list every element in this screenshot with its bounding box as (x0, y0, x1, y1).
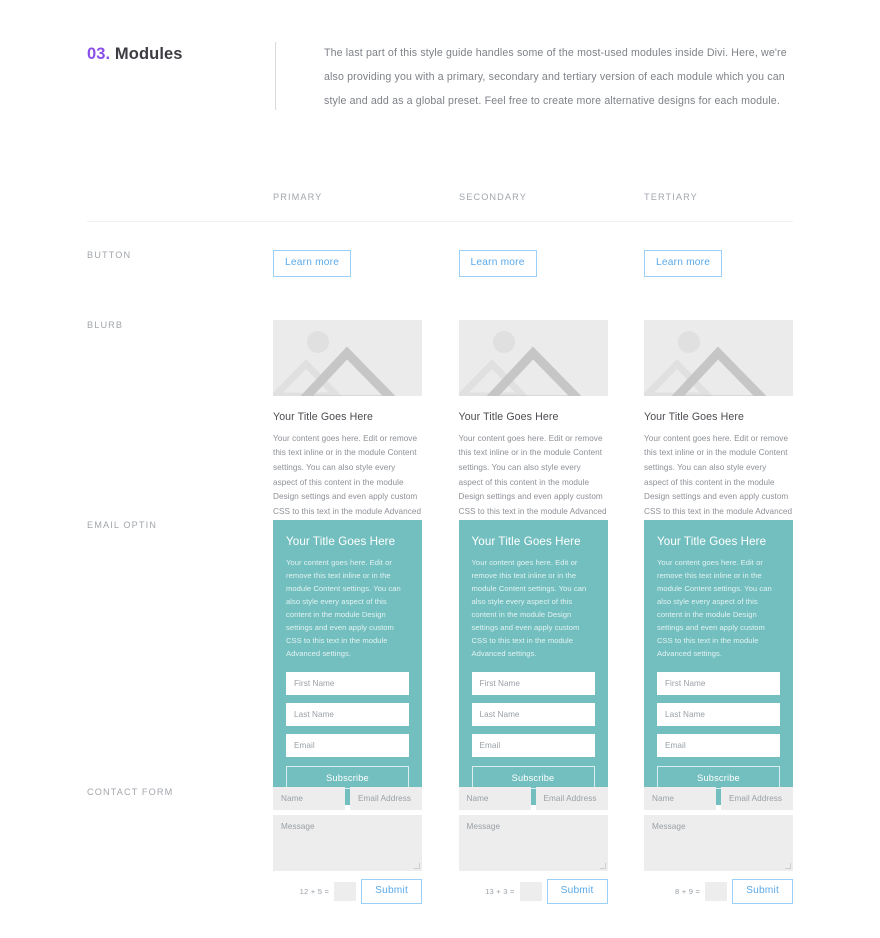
resize-handle-icon[interactable] (599, 863, 606, 869)
contact-captcha-input-tertiary[interactable] (705, 882, 728, 902)
contact-captcha-input-secondary[interactable] (519, 882, 542, 902)
contact-email-input-secondary[interactable]: Email Address (535, 787, 608, 810)
contact-email-input-primary[interactable]: Email Address (350, 787, 422, 810)
column-header-secondary: SECONDARY (459, 192, 527, 202)
optin-email-input-primary[interactable]: Email (286, 734, 409, 758)
contact-message-textarea-tertiary[interactable]: Message (644, 815, 793, 871)
optin-title-tertiary: Your Title Goes Here (657, 535, 767, 548)
placeholder-image-icon (458, 320, 608, 396)
style-guide-page: 03. Modules The last part of this style … (0, 0, 880, 938)
optin-first-name-input-tertiary[interactable]: First Name (657, 672, 780, 696)
optin-first-name-input-primary[interactable]: First Name (286, 672, 409, 696)
row-label-contact-form: CONTACT FORM (87, 787, 174, 797)
optin-body-tertiary: Your content goes here. Edit or remove t… (657, 558, 772, 659)
button-cell-secondary: Learn more (458, 250, 608, 278)
contact-email-input-tertiary[interactable]: Email Address (721, 787, 793, 810)
contact-name-input-secondary[interactable]: Name (458, 787, 531, 810)
contact-captcha-label-secondary: 13 + 3 = (485, 887, 515, 897)
optin-email-input-tertiary[interactable]: Email (657, 734, 780, 758)
contact-message-placeholder-tertiary: Message (652, 822, 686, 831)
intro-description: The last part of this style guide handle… (324, 47, 787, 107)
blurb-title-primary: Your Title Goes Here (273, 411, 373, 423)
button-cell-tertiary: Learn more (644, 250, 793, 278)
blurb-cell-secondary: Your Title Goes Here Your content goes h… (458, 320, 608, 534)
column-header-primary: PRIMARY (273, 192, 323, 202)
placeholder-image-icon (644, 320, 793, 396)
section-title-text: Modules (110, 45, 183, 63)
contact-submit-button-primary[interactable]: Submit (361, 879, 422, 905)
optin-last-name-input-primary[interactable]: Last Name (286, 703, 409, 727)
optin-title-secondary: Your Title Goes Here (471, 535, 581, 548)
row-button: BUTTON Learn more Learn more Learn more (87, 250, 793, 290)
contact-submit-button-secondary[interactable]: Submit (546, 879, 608, 905)
learn-more-button-tertiary[interactable]: Learn more (644, 250, 723, 278)
blurb-cell-tertiary: Your Title Goes Here Your content goes h… (644, 320, 793, 534)
column-headers: PRIMARY SECONDARY TERTIARY (87, 192, 793, 222)
contact-cell-tertiary: Name Email Address Message 8 + 9 = Submi… (644, 787, 793, 905)
contact-name-input-tertiary[interactable]: Name (644, 787, 716, 810)
contact-cell-primary: Name Email Address Message 12 + 5 = Subm… (273, 787, 422, 905)
contact-message-placeholder-secondary: Message (466, 822, 501, 831)
optin-title-primary: Your Title Goes Here (286, 535, 396, 548)
contact-submit-row-tertiary: 8 + 9 = Submit (644, 879, 793, 905)
blurb-title-secondary: Your Title Goes Here (458, 411, 559, 423)
intro-section: 03. Modules The last part of this style … (87, 42, 793, 113)
contact-name-email-group-secondary: Name Email Address (458, 787, 608, 810)
blurb-cell-primary: Your Title Goes Here Your content goes h… (273, 320, 422, 534)
blurb-body-primary: Your content goes here. Edit or remove t… (273, 433, 422, 531)
contact-captcha-label-tertiary: 8 + 9 = (675, 887, 701, 897)
optin-last-name-input-tertiary[interactable]: Last Name (657, 703, 780, 727)
blurb-body-secondary: Your content goes here. Edit or remove t… (458, 433, 607, 531)
optin-body-primary: Your content goes here. Edit or remove t… (286, 558, 401, 659)
section-number: 03. (87, 45, 111, 63)
contact-submit-button-tertiary[interactable]: Submit (732, 879, 793, 905)
contact-captcha-input-primary[interactable] (334, 882, 357, 902)
contact-captcha-label-primary: 12 + 5 = (299, 887, 330, 897)
optin-subscribe-button-primary[interactable]: Subscribe (286, 766, 409, 790)
row-label-button: BUTTON (87, 250, 132, 260)
optin-cell-primary: Your Title Goes Here Your content goes h… (273, 520, 422, 806)
optin-cell-tertiary: Your Title Goes Here Your content goes h… (644, 520, 793, 806)
optin-cell-secondary: Your Title Goes Here Your content goes h… (458, 520, 608, 806)
contact-message-placeholder-primary: Message (281, 822, 315, 831)
contact-name-email-group-primary: Name Email Address (273, 787, 422, 810)
button-cell-primary: Learn more (273, 250, 422, 278)
optin-module-tertiary: Your Title Goes Here Your content goes h… (644, 520, 793, 806)
contact-name-email-group-tertiary: Name Email Address (644, 787, 793, 810)
learn-more-button-secondary[interactable]: Learn more (458, 250, 537, 278)
contact-submit-row-secondary: 13 + 3 = Submit (459, 879, 608, 905)
optin-subscribe-button-tertiary[interactable]: Subscribe (657, 766, 780, 790)
placeholder-image-icon (273, 320, 422, 396)
contact-submit-row-primary: 12 + 5 = Submit (273, 879, 422, 905)
optin-first-name-input-secondary[interactable]: First Name (471, 672, 595, 696)
row-label-blurb: BLURB (87, 320, 124, 330)
resize-handle-icon[interactable] (785, 863, 791, 869)
column-header-tertiary: TERTIARY (644, 192, 698, 202)
contact-message-textarea-secondary[interactable]: Message (458, 815, 608, 871)
row-label-email-optin: EMAIL OPTIN (87, 520, 157, 530)
header-divider (87, 221, 793, 222)
optin-email-input-secondary[interactable]: Email (471, 734, 595, 758)
learn-more-button-primary[interactable]: Learn more (273, 250, 352, 278)
blurb-title-tertiary: Your Title Goes Here (644, 411, 744, 423)
row-contact-form: CONTACT FORM Name Email Address Message … (87, 787, 793, 912)
contact-cell-secondary: Name Email Address Message 13 + 3 = Subm… (458, 787, 608, 905)
blurb-body-tertiary: Your content goes here. Edit or remove t… (644, 433, 793, 531)
row-blurb: BLURB Your Title Goes Here Your content … (87, 320, 793, 530)
contact-message-textarea-primary[interactable]: Message (273, 815, 422, 871)
optin-module-secondary: Your Title Goes Here Your content goes h… (458, 520, 608, 806)
contact-name-input-primary[interactable]: Name (273, 787, 345, 810)
optin-body-secondary: Your content goes here. Edit or remove t… (471, 558, 587, 659)
resize-handle-icon[interactable] (414, 863, 420, 869)
optin-module-primary: Your Title Goes Here Your content goes h… (273, 520, 422, 806)
row-email-optin: EMAIL OPTIN Your Title Goes Here Your co… (87, 520, 793, 806)
optin-subscribe-button-secondary[interactable]: Subscribe (471, 766, 595, 790)
optin-last-name-input-secondary[interactable]: Last Name (471, 703, 595, 727)
page-title: 03. Modules (87, 42, 275, 65)
